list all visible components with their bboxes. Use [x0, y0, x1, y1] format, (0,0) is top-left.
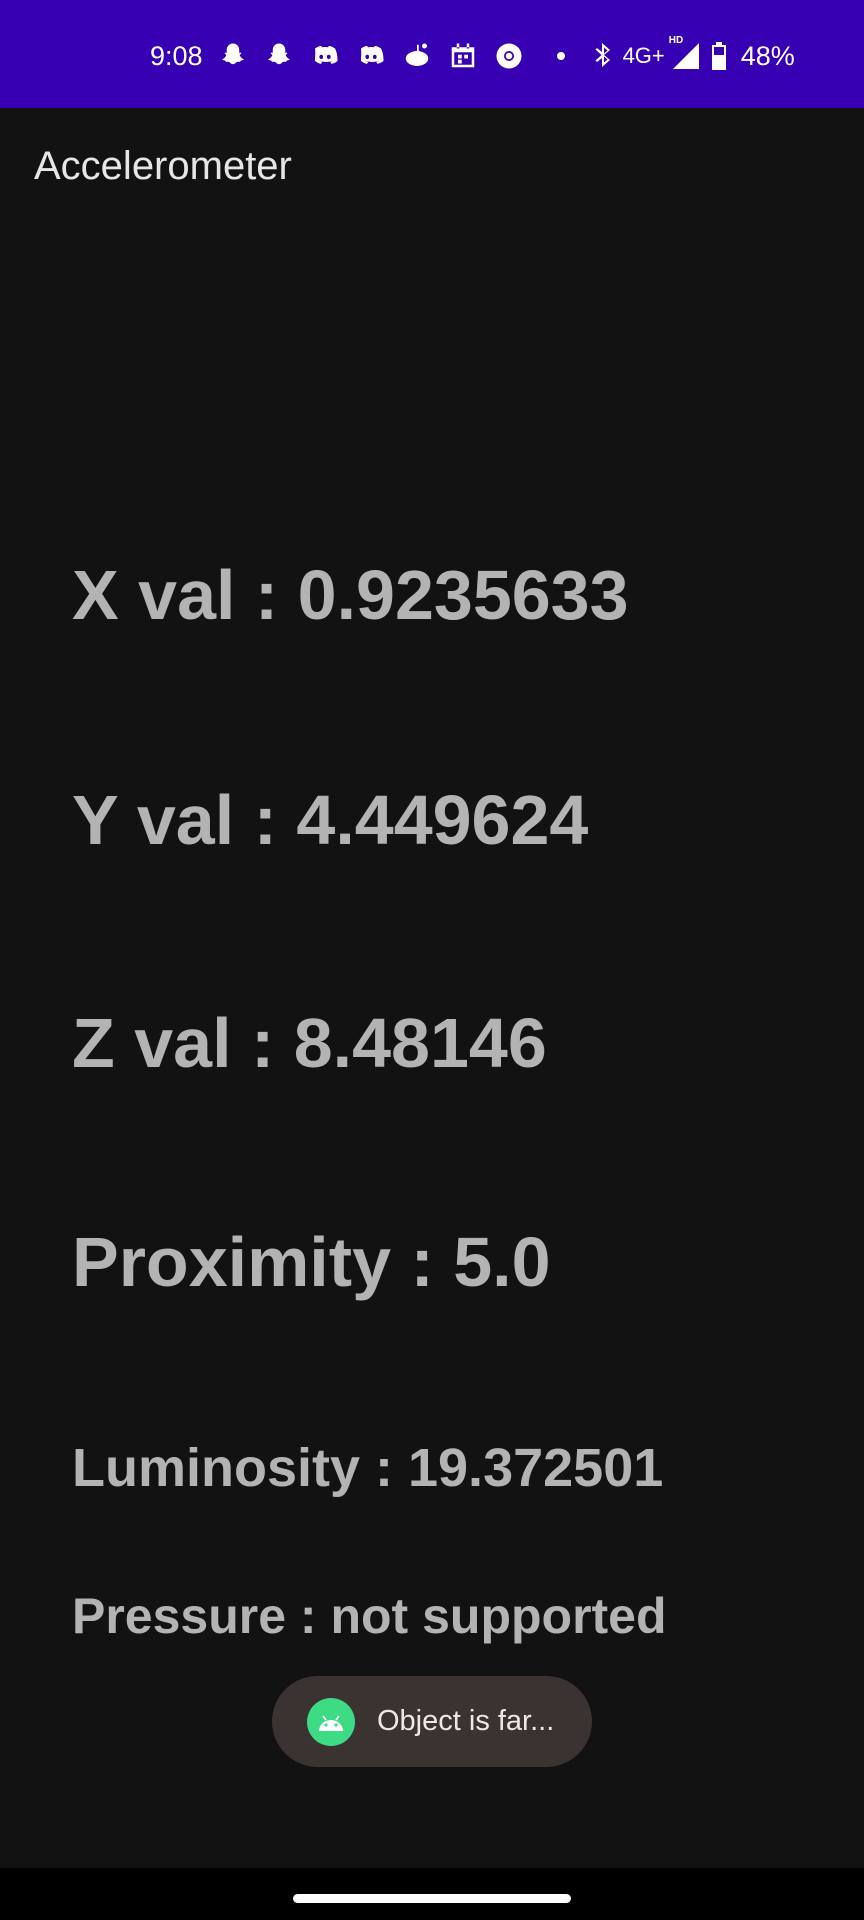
app-title: Accelerometer	[34, 144, 292, 188]
status-time: 9:08	[150, 40, 203, 71]
reddit-icon	[401, 40, 433, 72]
x-value-label: X val : 0.9235633	[72, 556, 629, 634]
toast-message: Object is far...	[377, 1705, 555, 1737]
snapchat-icon	[263, 40, 295, 72]
signal-hd-badge: HD	[668, 35, 684, 46]
status-bar: 9:08 4G+ HD 48%	[0, 0, 864, 108]
y-value-label: Y val : 4.449624	[72, 781, 589, 859]
network-type: 4G+	[622, 43, 665, 68]
discord-icon	[355, 40, 387, 72]
home-gesture-handle[interactable]	[293, 1894, 571, 1903]
discord-icon	[309, 40, 341, 72]
snapchat-icon	[217, 40, 249, 72]
battery-icon	[711, 42, 727, 70]
calendar-icon	[447, 40, 479, 72]
proximity-label: Proximity : 5.0	[72, 1223, 551, 1301]
android-icon	[307, 1697, 355, 1746]
status-bar-content: 9:08 4G+ HD 48%	[150, 35, 795, 76]
navigation-bar	[0, 1868, 864, 1920]
battery-percent: 48%	[740, 40, 795, 71]
luminosity-label: Luminosity : 19.372501	[72, 1438, 664, 1498]
bluetooth-icon	[591, 41, 615, 71]
notification-dot	[556, 52, 565, 60]
app-bar: Accelerometer	[0, 108, 864, 228]
z-value-label: Z val : 8.48146	[72, 1004, 547, 1082]
pressure-label: Pressure : not supported	[72, 1588, 667, 1644]
chrome-icon	[493, 40, 525, 72]
signal-icon: HD	[669, 35, 703, 71]
toast: Object is far...	[272, 1676, 592, 1767]
